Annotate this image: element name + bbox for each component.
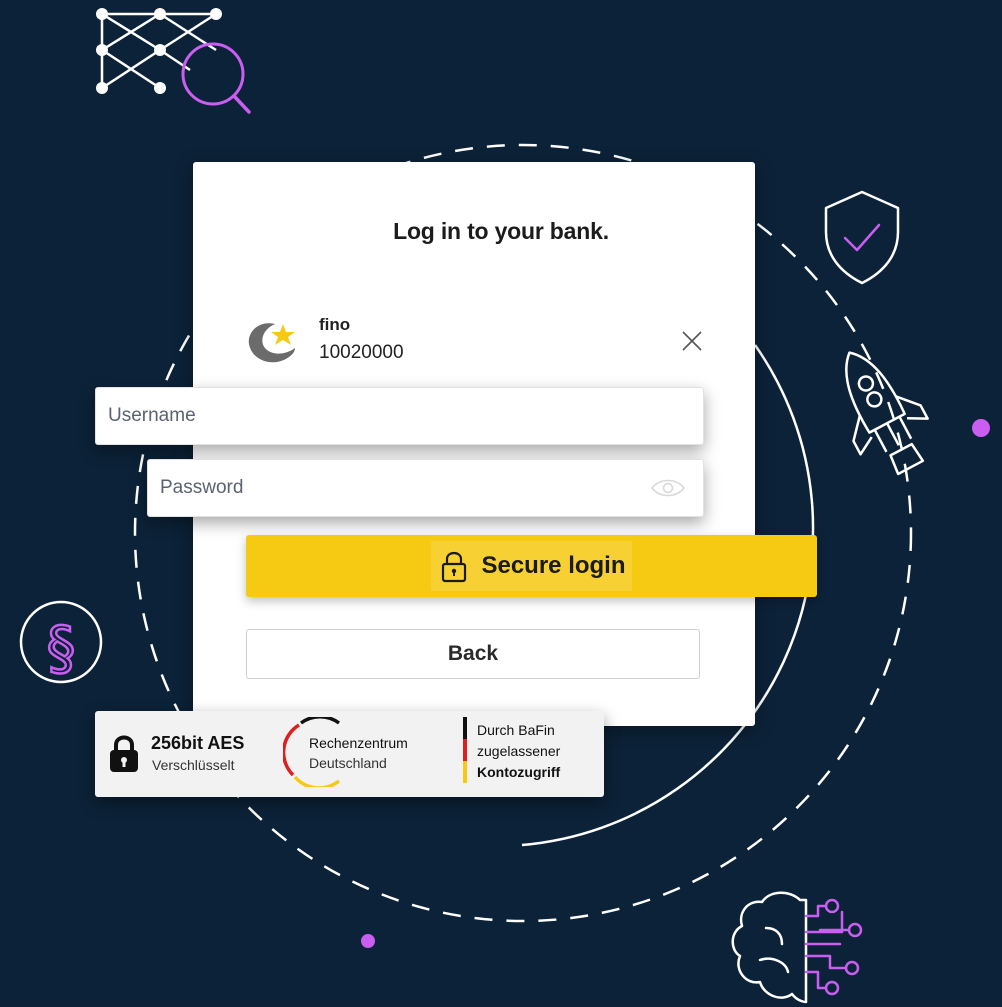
paragraph-icon: § — [19, 600, 103, 684]
show-password-eye-icon[interactable] — [650, 477, 686, 499]
password-field[interactable] — [147, 459, 704, 517]
bafin-line3: Kontozugriff — [477, 764, 561, 780]
bafin-line2: zugelassener — [477, 743, 561, 759]
secure-login-label: Secure login — [481, 552, 626, 579]
password-input[interactable] — [148, 477, 703, 499]
network-search-icon — [96, 8, 251, 114]
secure-login-button[interactable]: Secure login — [246, 535, 817, 597]
fino-crescent-logo — [248, 323, 295, 363]
bank-name: fino — [319, 315, 351, 334]
back-button[interactable]: Back — [246, 629, 700, 679]
rocket-icon — [845, 351, 929, 476]
german-flag-bar — [463, 717, 467, 783]
encryption-subtitle: Verschlüsselt — [152, 757, 235, 773]
datacenter-line2: Deutschland — [309, 755, 387, 771]
padlock-icon — [442, 551, 467, 583]
german-flag-arc-icon — [283, 717, 341, 787]
secure-login-content: Secure login — [431, 541, 632, 591]
encryption-title: 256bit AES — [151, 733, 245, 753]
lock-icon — [110, 735, 138, 772]
purple-dot — [972, 419, 990, 437]
bafin-line1: Durch BaFin — [477, 722, 555, 738]
datacenter-line1: Rechenzentrum — [309, 735, 408, 751]
login-title: Log in to your bank. — [393, 218, 609, 244]
username-field[interactable] — [95, 387, 704, 445]
username-input[interactable] — [96, 405, 703, 427]
svg-text:§: § — [47, 614, 76, 682]
purple-dot — [361, 934, 375, 948]
bank-code: 10020000 — [319, 342, 404, 363]
close-icon[interactable] — [678, 327, 706, 355]
brain-circuit-icon — [731, 891, 863, 1004]
